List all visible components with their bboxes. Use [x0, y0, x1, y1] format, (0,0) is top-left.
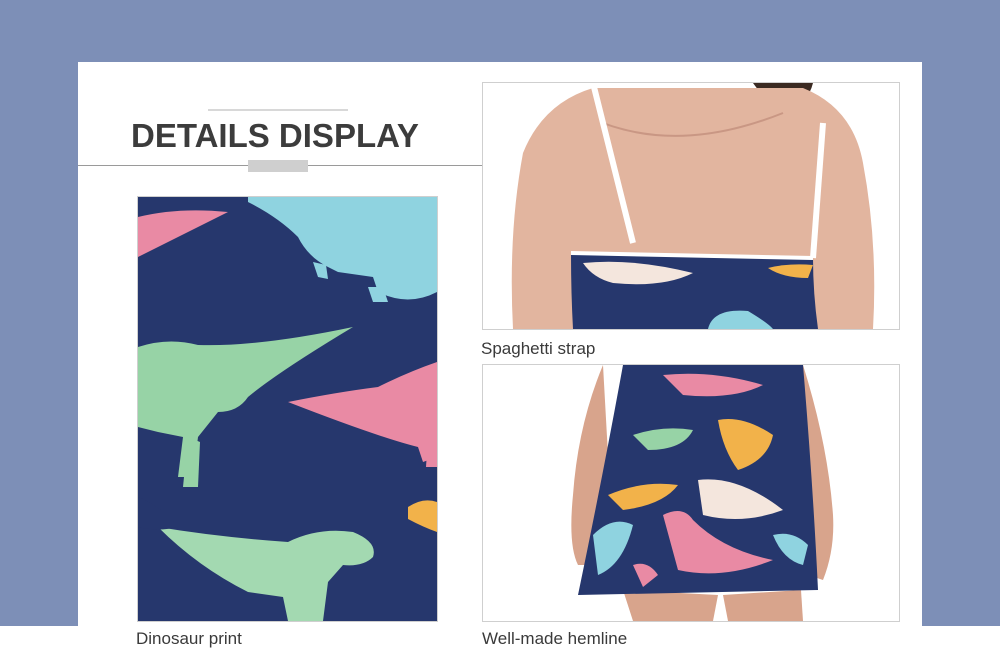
title-top-line — [208, 109, 348, 111]
back-view-image — [483, 83, 899, 329]
hemline-photo — [482, 364, 900, 622]
caption-hemline: Well-made hemline — [482, 629, 628, 648]
spaghetti-strap-photo — [482, 82, 900, 330]
dinosaur-print-image — [138, 197, 437, 621]
dinosaur-print-photo — [137, 196, 438, 622]
hemline-image — [483, 365, 899, 621]
caption-dinosaur-print: Dinosaur print — [136, 629, 242, 648]
caption-spaghetti-strap: Spaghetti strap — [481, 339, 596, 358]
title-accent-bar — [248, 160, 308, 172]
page-title: DETAILS DISPLAY — [131, 117, 419, 154]
